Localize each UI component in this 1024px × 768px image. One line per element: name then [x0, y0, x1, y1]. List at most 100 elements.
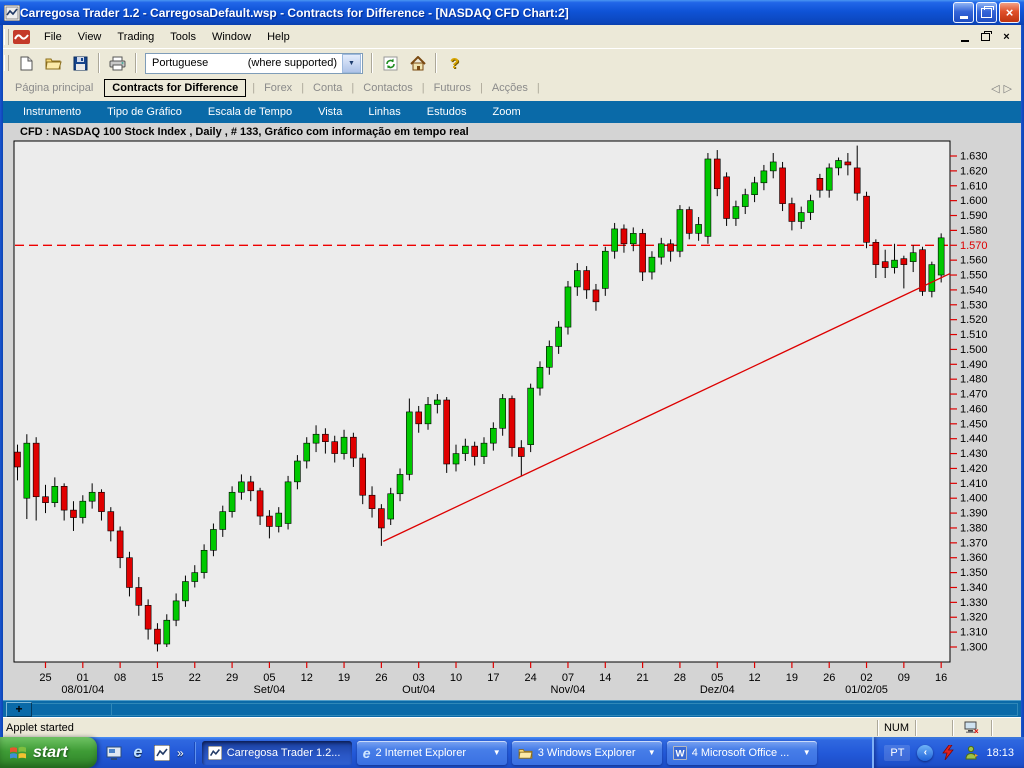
carregosa-task-icon [208, 746, 222, 760]
chart-menu-tipo-de-grafico[interactable]: Tipo de Gráfico [94, 103, 195, 121]
candle-body [108, 512, 114, 531]
candle-body [836, 160, 842, 167]
taskbar-button-carregosa[interactable]: Carregosa Trader 1.2... [202, 741, 352, 765]
word-icon: W [673, 746, 687, 760]
crosshair-icon: + [15, 704, 22, 714]
tab-contactos[interactable]: Contactos [356, 80, 420, 96]
language-combobox[interactable]: Portuguese (where supported) ▼ [145, 53, 363, 74]
quick-launch-overflow-chevron-icon[interactable]: » [177, 746, 184, 760]
price-chart[interactable]: 1.3001.3101.3201.3301.3401.3501.3601.370… [0, 123, 1024, 700]
close-button[interactable]: × [999, 2, 1020, 23]
candle-body [425, 404, 431, 423]
tab-scroll-left-icon[interactable]: ◁ [991, 82, 999, 95]
language-note: (where supported) [208, 57, 341, 69]
chart-menu-instrumento[interactable]: Instrumento [10, 103, 94, 121]
menu-trading[interactable]: Trading [109, 28, 162, 46]
hide-tray-icons-button[interactable]: ‹ [917, 745, 933, 761]
tab-accoes[interactable]: Acções [485, 80, 535, 96]
quick-launch-carregosa-icon[interactable] [153, 744, 171, 762]
candle-body [490, 428, 496, 443]
x-axis-label: 05 [263, 672, 275, 684]
candle-body [416, 412, 422, 424]
y-axis-label: 1.490 [960, 359, 988, 371]
y-axis-label: 1.470 [960, 389, 988, 401]
candle-body [341, 437, 347, 453]
candle-body [546, 346, 552, 367]
tray-messenger-icon[interactable] [963, 745, 979, 761]
chart-menu-linhas[interactable]: Linhas [355, 103, 413, 121]
candle-body [574, 271, 580, 287]
mdi-document-icon[interactable] [13, 30, 30, 44]
chart-menu-escala-de-tempo[interactable]: Escala de Tempo [195, 103, 305, 121]
open-button[interactable] [40, 50, 67, 76]
tab-contracts-for-difference[interactable]: Contracts for Difference [104, 79, 246, 97]
toolbar-grip[interactable] [4, 29, 9, 45]
menu-help[interactable]: Help [259, 28, 298, 46]
candle-body [742, 195, 748, 207]
taskbar-button-microsoft-office[interactable]: W 4 Microsoft Office ... ▼ [667, 741, 817, 765]
candle-body [518, 448, 524, 457]
candle-body [42, 497, 48, 503]
combo-dropdown-arrow-icon[interactable]: ▼ [342, 54, 361, 73]
tab-pagina-principal[interactable]: Página principal [8, 80, 100, 96]
new-button[interactable] [13, 50, 40, 76]
group-dropdown-icon[interactable]: ▼ [803, 748, 811, 757]
x-axis-label: 22 [189, 672, 201, 684]
help-button[interactable]: ? [441, 50, 468, 76]
candle-body [565, 287, 571, 327]
mdi-close-button[interactable]: × [999, 30, 1014, 43]
candle-body [322, 434, 328, 441]
candle-body [621, 229, 627, 244]
language-indicator[interactable]: PT [884, 745, 910, 761]
menu-file[interactable]: File [36, 28, 70, 46]
crosshair-tool-button[interactable]: + [6, 702, 32, 717]
y-axis-label: 1.630 [960, 151, 988, 163]
save-button[interactable] [67, 50, 94, 76]
group-dropdown-icon[interactable]: ▼ [493, 748, 501, 757]
x-axis-label: 29 [226, 672, 238, 684]
taskbar-button-internet-explorer[interactable]: e 2 Internet Explorer ▼ [357, 741, 507, 765]
restore-button[interactable] [976, 2, 997, 23]
start-button[interactable]: start [0, 737, 97, 768]
mdi-restore-button[interactable] [978, 30, 993, 43]
menu-window[interactable]: Window [204, 28, 259, 46]
tab-conta[interactable]: Conta [306, 80, 349, 96]
y-axis-label: 1.450 [960, 418, 988, 430]
svg-text:W: W [675, 748, 685, 759]
tray-alert-icon[interactable] [940, 745, 956, 761]
candle-body [612, 229, 618, 251]
candle-body [220, 512, 226, 530]
menu-view[interactable]: View [70, 28, 110, 46]
chart-menu-estudos[interactable]: Estudos [414, 103, 480, 121]
x-axis-label: 03 [413, 672, 425, 684]
refresh-button[interactable] [377, 50, 404, 76]
candle-body [136, 587, 142, 605]
x-axis-label: 21 [636, 672, 648, 684]
x-axis-label: 02 [860, 672, 872, 684]
print-button[interactable] [104, 50, 131, 76]
minimize-button[interactable] [953, 2, 974, 23]
tab-scroll-right-icon[interactable]: ▷ [1004, 82, 1012, 95]
tab-forex[interactable]: Forex [257, 80, 299, 96]
chart-menu-zoom[interactable]: Zoom [480, 103, 534, 121]
quick-launch-desktop-icon[interactable] [105, 744, 123, 762]
toolbar-grip-2[interactable] [4, 55, 9, 71]
y-axis-label: 1.390 [960, 508, 988, 520]
candle-body [332, 442, 338, 454]
candle-body [770, 162, 776, 171]
tab-futuros[interactable]: Futuros [427, 80, 478, 96]
status-panel [991, 720, 1024, 736]
candle-body [761, 171, 767, 183]
menu-tools[interactable]: Tools [162, 28, 204, 46]
chart-menu-vista[interactable]: Vista [305, 103, 355, 121]
taskbar-button-windows-explorer[interactable]: 3 Windows Explorer ▼ [512, 741, 662, 765]
home-button[interactable] [404, 50, 431, 76]
candle-body [472, 446, 478, 456]
quick-launch-internet-explorer-icon[interactable]: e [129, 744, 147, 762]
open-folder-icon [45, 56, 62, 70]
tab-separator: | [250, 82, 257, 94]
group-dropdown-icon[interactable]: ▼ [648, 748, 656, 757]
y-axis-label: 1.430 [960, 448, 988, 460]
x-axis-label: 09 [898, 672, 910, 684]
mdi-minimize-button[interactable] [957, 30, 972, 43]
